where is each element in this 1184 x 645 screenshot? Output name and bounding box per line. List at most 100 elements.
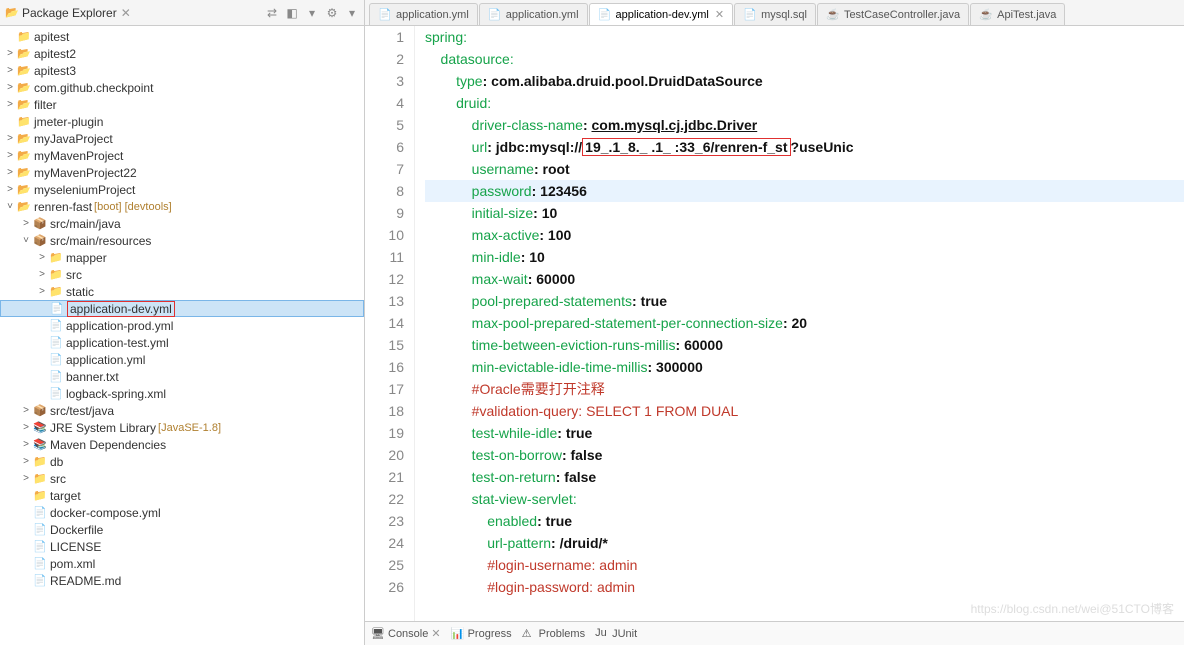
tree-item-application-dev-yml[interactable]: 📄application-dev.yml	[0, 300, 364, 317]
code-line-9[interactable]: initial-size: 10	[425, 202, 1184, 224]
tree-item-jre-system-library[interactable]: >📚JRE System Library [JavaSE-1.8]	[0, 419, 364, 436]
code-line-17[interactable]: #Oracle需要打开注释	[425, 378, 1184, 400]
code-line-2[interactable]: datasource:	[425, 48, 1184, 70]
tree-twisty[interactable]: >	[20, 218, 32, 229]
tree-twisty[interactable]: >	[20, 422, 32, 433]
tree-twisty[interactable]: >	[20, 473, 32, 484]
tree-twisty[interactable]: >	[4, 133, 16, 144]
bottom-tab-progress[interactable]: 📊Progress	[451, 627, 512, 641]
tree-item-com-github-checkpoint[interactable]: >📂com.github.checkpoint	[0, 79, 364, 96]
editor-tab-4[interactable]: ☕TestCaseController.java	[817, 3, 969, 25]
code-line-20[interactable]: test-on-borrow: false	[425, 444, 1184, 466]
tree-twisty[interactable]: >	[36, 269, 48, 280]
tree-twisty[interactable]: >	[36, 252, 48, 263]
code-line-12[interactable]: max-wait: 60000	[425, 268, 1184, 290]
code-line-19[interactable]: test-while-idle: true	[425, 422, 1184, 444]
code-editor[interactable]: 1234567891011121314151617181920212223242…	[365, 26, 1184, 621]
code-line-16[interactable]: min-evictable-idle-time-millis: 300000	[425, 356, 1184, 378]
code-line-4[interactable]: druid:	[425, 92, 1184, 114]
tree-twisty[interactable]: >	[4, 82, 16, 93]
code-token: url	[425, 139, 487, 155]
tree-item-myseleniumproject[interactable]: >📂myseleniumProject	[0, 181, 364, 198]
tree-item-application-test-yml[interactable]: 📄application-test.yml	[0, 334, 364, 351]
tree-item-mapper[interactable]: >📁mapper	[0, 249, 364, 266]
code-line-23[interactable]: enabled: true	[425, 510, 1184, 532]
editor-tab-5[interactable]: ☕ApiTest.java	[970, 3, 1065, 25]
tree-item-static[interactable]: >📁static	[0, 283, 364, 300]
code-line-18[interactable]: #validation-query: SELECT 1 FROM DUAL	[425, 400, 1184, 422]
tree-twisty[interactable]: ˅	[20, 235, 32, 246]
tree-item-apitest[interactable]: 📁apitest	[0, 28, 364, 45]
tree-item-myjavaproject[interactable]: >📂myJavaProject	[0, 130, 364, 147]
code-line-15[interactable]: time-between-eviction-runs-millis: 60000	[425, 334, 1184, 356]
tree-item-mymavenproject[interactable]: >📂myMavenProject	[0, 147, 364, 164]
bottom-tab-junit[interactable]: JuJUnit	[595, 627, 637, 641]
tree-item-src[interactable]: >📁src	[0, 470, 364, 487]
tree-item-license[interactable]: 📄LICENSE	[0, 538, 364, 555]
tree-item-application-prod-yml[interactable]: 📄application-prod.yml	[0, 317, 364, 334]
tree-twisty[interactable]: >	[20, 456, 32, 467]
tree-item-jmeter-plugin[interactable]: 📁jmeter-plugin	[0, 113, 364, 130]
tree-twisty[interactable]: ˅	[4, 201, 16, 212]
tab-close-icon[interactable]: ✕	[715, 8, 724, 21]
tree-item-docker-compose-yml[interactable]: 📄docker-compose.yml	[0, 504, 364, 521]
tree-item-pom-xml[interactable]: 📄pom.xml	[0, 555, 364, 572]
bottom-tab-console[interactable]: 🖥Console ✕	[371, 627, 441, 641]
bottom-tab-close-icon[interactable]: ✕	[431, 627, 440, 640]
code-line-25[interactable]: #login-username: admin	[425, 554, 1184, 576]
tree-item-maven-dependencies[interactable]: >📚Maven Dependencies	[0, 436, 364, 453]
tree-item-readme-md[interactable]: 📄README.md	[0, 572, 364, 589]
tree-item-src-main-java[interactable]: >📦src/main/java	[0, 215, 364, 232]
tree-item-src[interactable]: >📁src	[0, 266, 364, 283]
tree-twisty[interactable]: >	[4, 99, 16, 110]
sidebar-close-icon[interactable]: ✕	[121, 6, 131, 20]
editor-tab-0[interactable]: 📄application.yml	[369, 3, 478, 25]
bottom-tab-problems[interactable]: ⚠Problems	[522, 627, 585, 641]
code-line-24[interactable]: url-pattern: /druid/*	[425, 532, 1184, 554]
project-tree[interactable]: 📁apitest>📂apitest2>📂apitest3>📂com.github…	[0, 26, 364, 645]
code-line-21[interactable]: test-on-return: false	[425, 466, 1184, 488]
code-line-10[interactable]: max-active: 100	[425, 224, 1184, 246]
code-line-11[interactable]: min-idle: 10	[425, 246, 1184, 268]
code-line-5[interactable]: driver-class-name: com.mysql.cj.jdbc.Dri…	[425, 114, 1184, 136]
code-line-14[interactable]: max-pool-prepared-statement-per-connecti…	[425, 312, 1184, 334]
tree-twisty[interactable]: >	[4, 184, 16, 195]
tree-item-src-main-resources[interactable]: ˅📦src/main/resources	[0, 232, 364, 249]
sidebar-tool-1[interactable]: ◧	[284, 5, 300, 21]
tree-item-logback-spring-xml[interactable]: 📄logback-spring.xml	[0, 385, 364, 402]
tree-item-dockerfile[interactable]: 📄Dockerfile	[0, 521, 364, 538]
tree-twisty[interactable]: >	[4, 150, 16, 161]
tree-item-application-yml[interactable]: 📄application.yml	[0, 351, 364, 368]
sidebar-tool-2[interactable]: ▾	[304, 5, 320, 21]
code-line-7[interactable]: username: root	[425, 158, 1184, 180]
code-line-22[interactable]: stat-view-servlet:	[425, 488, 1184, 510]
tree-twisty[interactable]: >	[4, 65, 16, 76]
tree-item-apitest2[interactable]: >📂apitest2	[0, 45, 364, 62]
tree-item-banner-txt[interactable]: 📄banner.txt	[0, 368, 364, 385]
editor-tab-1[interactable]: 📄application.yml	[479, 3, 588, 25]
code-content[interactable]: spring: datasource: type: com.alibaba.dr…	[415, 26, 1184, 621]
sidebar-tool-4[interactable]: ▾	[344, 5, 360, 21]
tree-twisty[interactable]: >	[4, 167, 16, 178]
tree-item-target[interactable]: 📁target	[0, 487, 364, 504]
tree-item-mymavenproject22[interactable]: >📂myMavenProject22	[0, 164, 364, 181]
code-line-13[interactable]: pool-prepared-statements: true	[425, 290, 1184, 312]
sidebar-tool-0[interactable]: ⇄	[264, 5, 280, 21]
code-line-3[interactable]: type: com.alibaba.druid.pool.DruidDataSo…	[425, 70, 1184, 92]
tree-item-db[interactable]: >📁db	[0, 453, 364, 470]
editor-tab-3[interactable]: 📄mysql.sql	[734, 3, 816, 25]
code-line-8[interactable]: password: 123456	[425, 180, 1184, 202]
tree-twisty[interactable]: >	[20, 439, 32, 450]
code-line-26[interactable]: #login-password: admin	[425, 576, 1184, 598]
tree-item-filter[interactable]: >📂filter	[0, 96, 364, 113]
tree-twisty[interactable]: >	[4, 48, 16, 59]
tree-twisty[interactable]: >	[20, 405, 32, 416]
code-line-6[interactable]: url: jdbc:mysql://19_.1_8._ .1_ :33_6/re…	[425, 136, 1184, 158]
tree-item-src-test-java[interactable]: >📦src/test/java	[0, 402, 364, 419]
tree-item-apitest3[interactable]: >📂apitest3	[0, 62, 364, 79]
editor-tab-2[interactable]: 📄application-dev.yml✕	[589, 3, 734, 25]
code-line-1[interactable]: spring:	[425, 26, 1184, 48]
tree-twisty[interactable]: >	[36, 286, 48, 297]
tree-item-renren-fast[interactable]: ˅📂renren-fast [boot] [devtools]	[0, 198, 364, 215]
sidebar-tool-3[interactable]: ⚙	[324, 5, 340, 21]
